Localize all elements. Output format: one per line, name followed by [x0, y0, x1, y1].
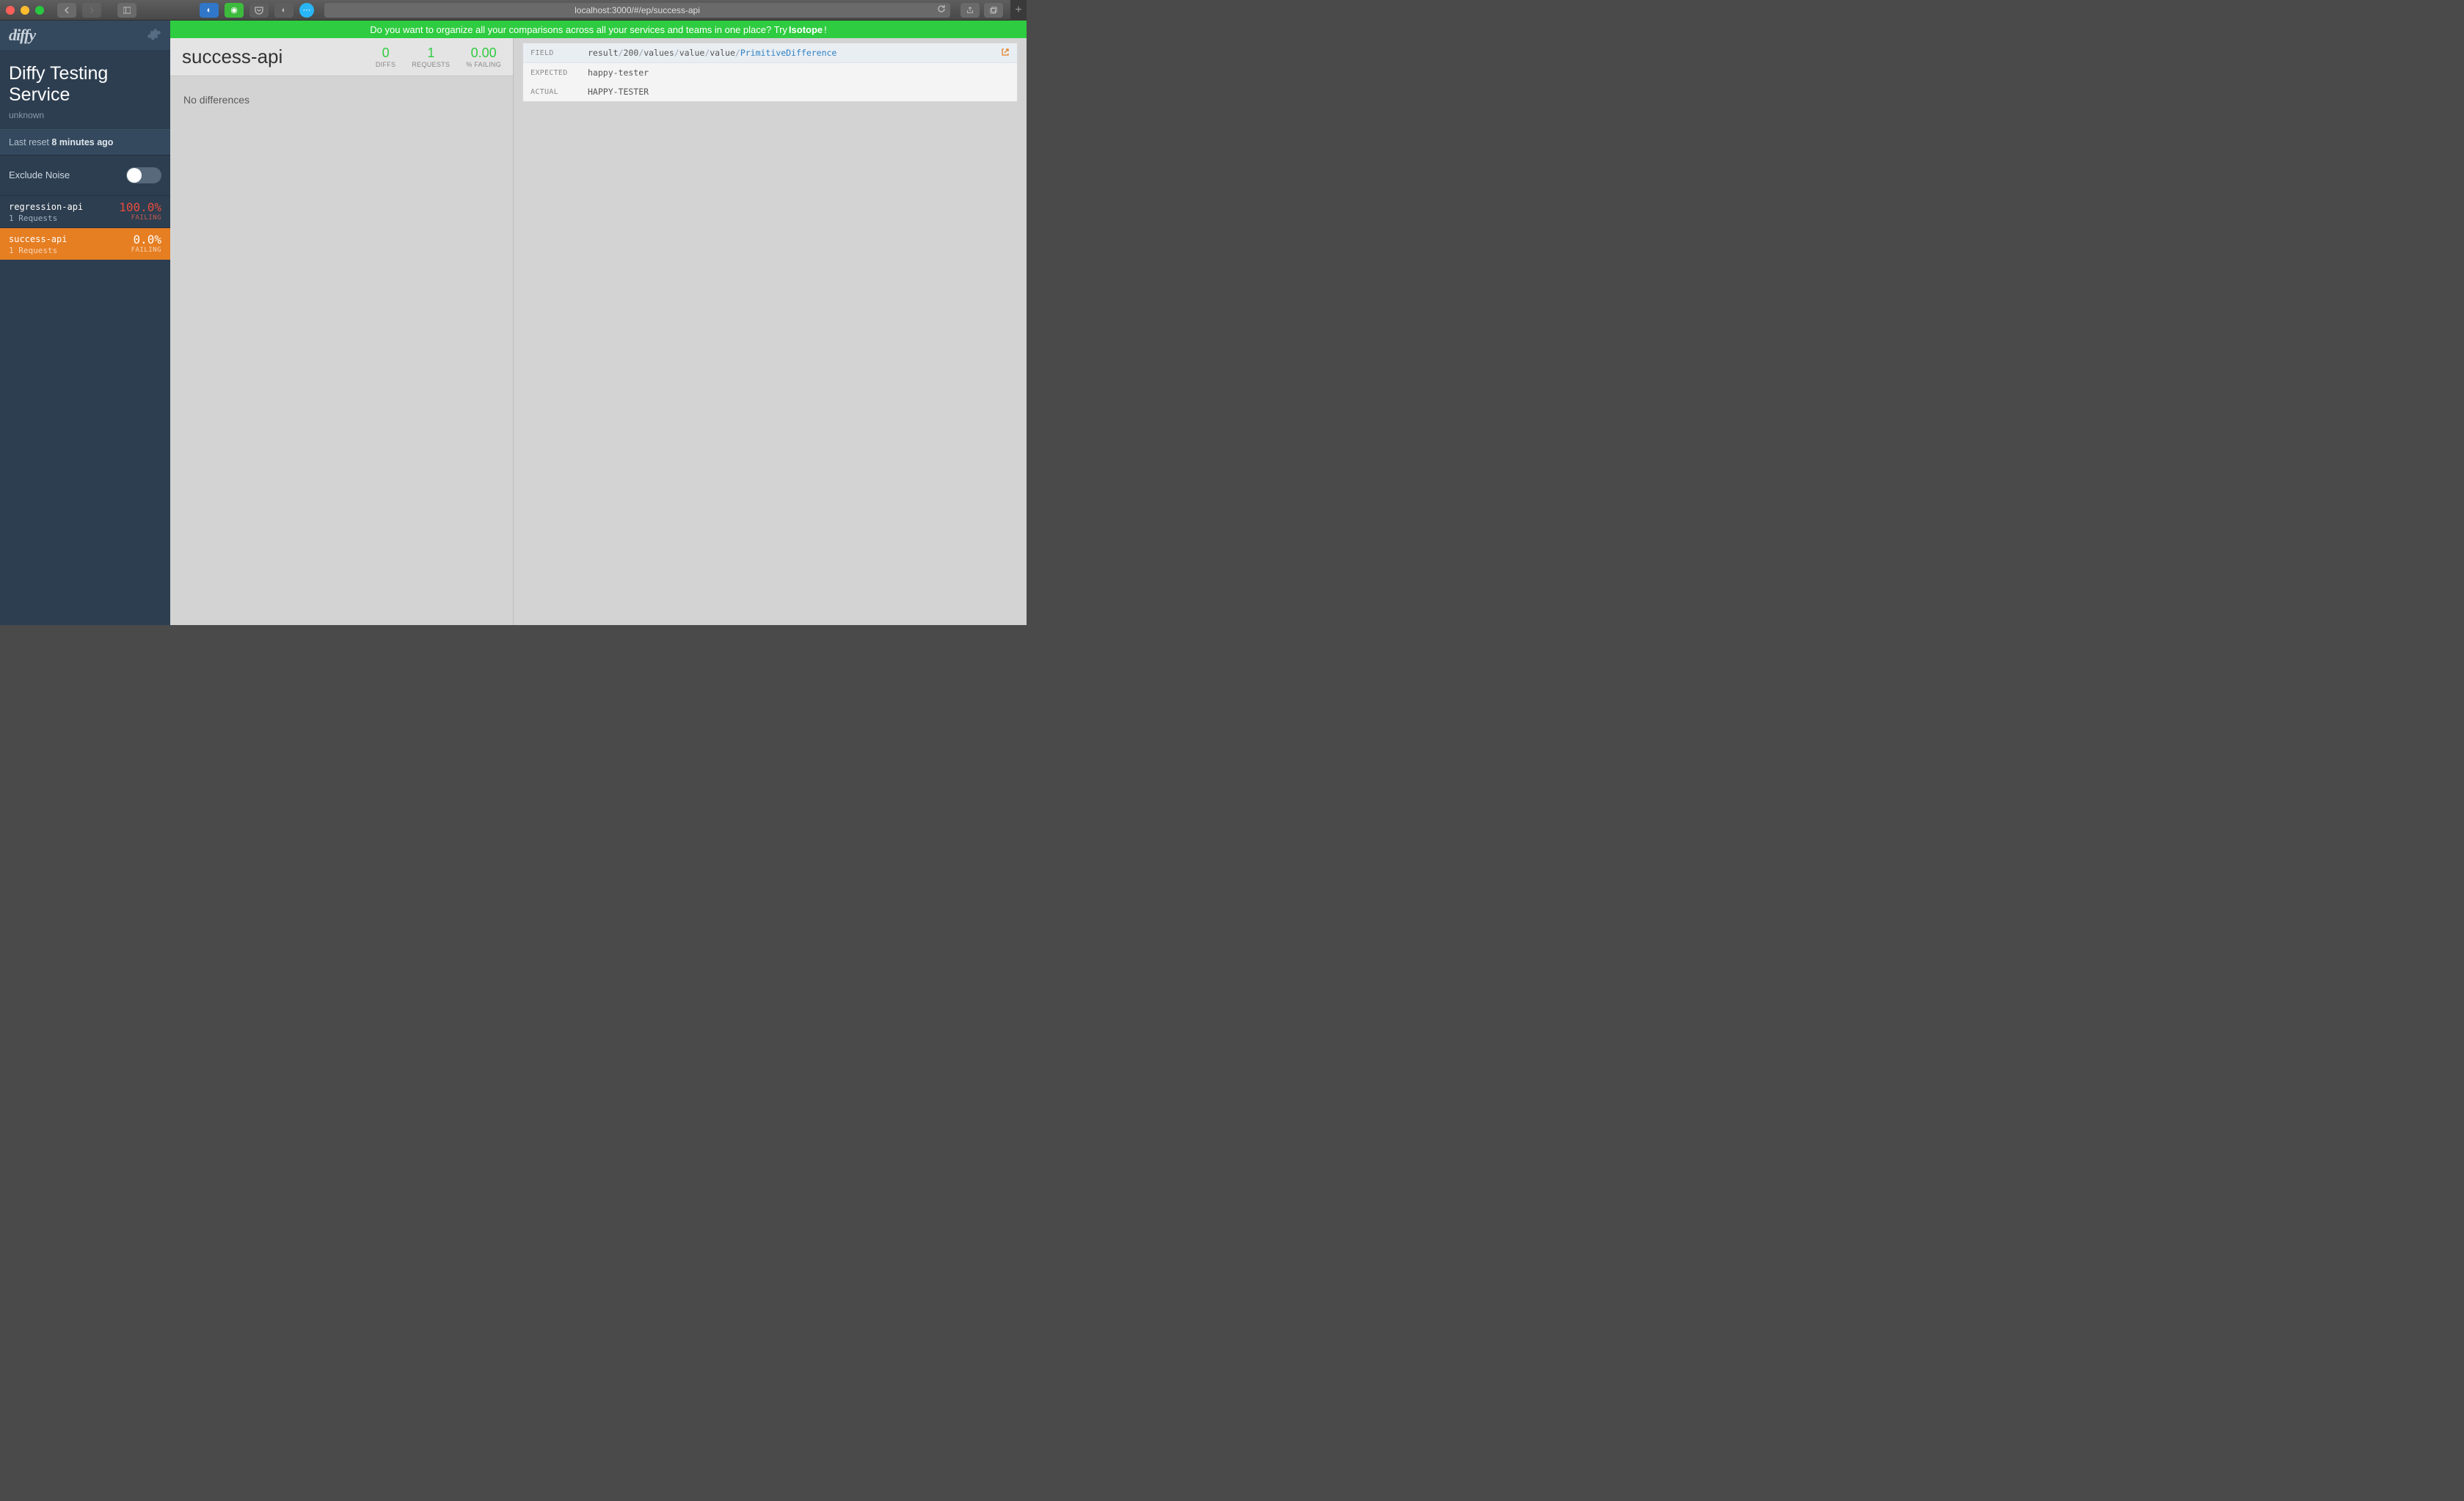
endpoint-list: regression-api 1 Requests 100.0% FAILING… — [0, 196, 170, 260]
diff-actual-row: ACTUAL HAPPY-TESTER — [523, 82, 1017, 101]
window-minimize[interactable] — [21, 6, 29, 15]
endpoint-requests: 1 Requests — [9, 213, 83, 223]
stat-requests: 1 REQUESTS — [412, 46, 450, 68]
extension-icon-2[interactable]: ◉ — [225, 3, 244, 18]
extension-icon-pocket[interactable] — [249, 3, 269, 18]
extension-icon-4[interactable]: ⋯ — [299, 3, 314, 18]
diff-actual-value: HAPPY-TESTER — [588, 87, 649, 97]
endpoint-name: regression-api — [9, 202, 83, 212]
endpoint-item-success-api[interactable]: success-api 1 Requests 0.0% FAILING — [0, 228, 170, 260]
endpoint-failing-label: FAILING — [131, 246, 161, 254]
service-title: Diffy Testing Service — [9, 63, 161, 106]
endpoint-title: success-api — [182, 45, 283, 68]
settings-button[interactable] — [147, 27, 161, 44]
share-button[interactable] — [961, 3, 980, 18]
center-column: success-api 0 DIFFS 1 REQUESTS 0.00 % FA… — [170, 21, 514, 625]
logo-row: diffy — [0, 21, 170, 50]
stat-label: REQUESTS — [412, 61, 450, 68]
new-tab-button[interactable]: + — [1010, 0, 1027, 21]
endpoint-failing-label: FAILING — [119, 214, 161, 222]
extension-icon-1[interactable]: ◐ — [200, 3, 219, 18]
stat-value: 0.00 — [466, 46, 501, 59]
promo-banner[interactable]: Do you want to organize all your compari… — [170, 21, 1027, 38]
endpoint-percent: 0.0% — [131, 234, 161, 246]
diff-actual-label: ACTUAL — [531, 88, 588, 96]
stat-label: DIFFS — [376, 61, 396, 68]
tabs-button[interactable] — [984, 3, 1003, 18]
window-close[interactable] — [6, 6, 15, 15]
reload-icon[interactable] — [937, 4, 946, 15]
window-zoom[interactable] — [35, 6, 44, 15]
stat-value: 1 — [412, 46, 450, 59]
no-differences-text: No differences — [170, 76, 513, 123]
extension-icon-3[interactable]: ◐ — [274, 3, 294, 18]
service-subtitle: unknown — [9, 110, 161, 120]
stat-label: % FAILING — [466, 61, 501, 68]
url-text: localhost:3000/#/ep/success-api — [575, 5, 700, 15]
banner-text-suffix: ! — [824, 24, 827, 35]
stat-value: 0 — [376, 46, 396, 59]
diff-expected-label: EXPECTED — [531, 69, 588, 77]
diff-card: FIELD result/200/values/value/value/Prim… — [522, 43, 1018, 102]
window-controls — [6, 6, 44, 15]
app-logo: diffy — [9, 26, 35, 45]
endpoint-requests: 1 Requests — [9, 246, 67, 255]
exclude-noise-row: Exclude Noise — [0, 156, 170, 196]
last-reset-value: 8 minutes ago — [51, 137, 113, 147]
banner-text-prefix: Do you want to organize all your compari… — [370, 24, 787, 35]
toggle-knob — [127, 168, 142, 183]
exclude-noise-label: Exclude Noise — [9, 169, 70, 180]
main-area: success-api 0 DIFFS 1 REQUESTS 0.00 % FA… — [170, 21, 1027, 625]
sidebar: diffy Diffy Testing Service unknown Last… — [0, 21, 170, 625]
diff-expected-row: EXPECTED happy-tester — [523, 63, 1017, 82]
forward-button[interactable] — [82, 3, 101, 18]
diff-field-path: result/200/values/value/value/PrimitiveD… — [588, 48, 836, 58]
stat-failing: 0.00 % FAILING — [466, 46, 501, 68]
service-info: Diffy Testing Service unknown — [0, 50, 170, 129]
open-external-icon[interactable] — [1001, 48, 1010, 59]
browser-toolbar: ◐ ◉ ◐ ⋯ localhost:3000/#/ep/success-api … — [0, 0, 1027, 21]
sidebar-toggle-button[interactable] — [117, 3, 136, 18]
diff-field-label: FIELD — [531, 49, 588, 57]
back-button[interactable] — [57, 3, 76, 18]
address-bar[interactable]: localhost:3000/#/ep/success-api — [324, 3, 950, 18]
stat-diffs: 0 DIFFS — [376, 46, 396, 68]
last-reset-prefix: Last reset — [9, 137, 51, 147]
endpoint-percent: 100.0% — [119, 202, 161, 213]
diff-field-row: FIELD result/200/values/value/value/Prim… — [523, 43, 1017, 63]
endpoint-item-regression-api[interactable]: regression-api 1 Requests 100.0% FAILING — [0, 196, 170, 228]
last-reset: Last reset 8 minutes ago — [0, 129, 170, 156]
diff-expected-value: happy-tester — [588, 67, 649, 78]
right-column: FIELD result/200/values/value/value/Prim… — [514, 21, 1027, 625]
endpoint-header: success-api 0 DIFFS 1 REQUESTS 0.00 % FA… — [170, 38, 513, 76]
banner-link[interactable]: Isotope — [789, 24, 823, 35]
exclude-noise-toggle[interactable] — [126, 167, 161, 183]
stats: 0 DIFFS 1 REQUESTS 0.00 % FAILING — [376, 46, 501, 68]
endpoint-name: success-api — [9, 234, 67, 244]
